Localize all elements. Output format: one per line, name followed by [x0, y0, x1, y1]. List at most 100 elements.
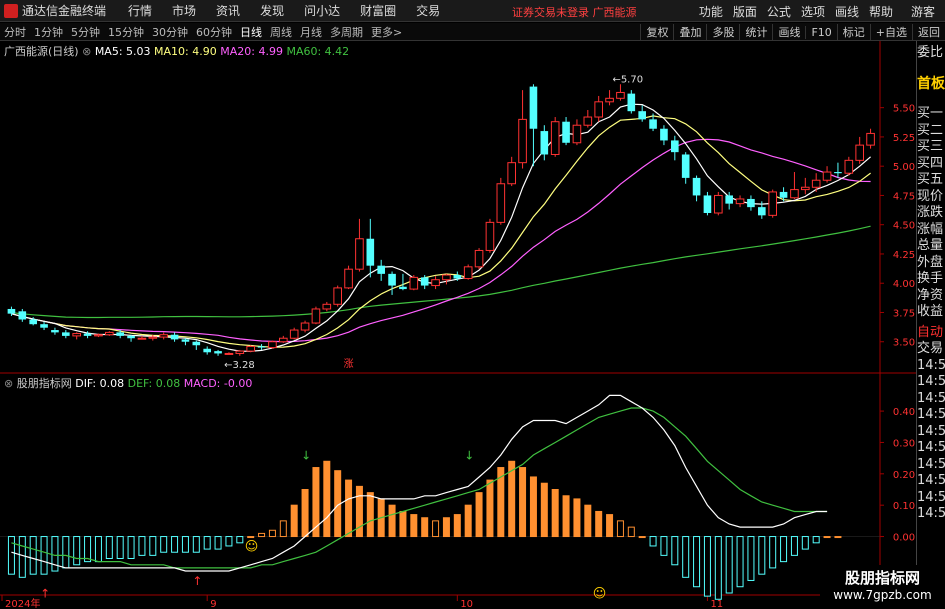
- candle: [388, 271, 396, 295]
- app-title: 通达信金融终端: [22, 4, 107, 18]
- candle-body: [62, 332, 70, 336]
- menu-xuanxiang[interactable]: 选项: [801, 3, 825, 20]
- candle: [550, 117, 560, 157]
- macd-bar: [421, 517, 429, 538]
- candle: [485, 218, 495, 253]
- candle: [844, 156, 854, 176]
- menu-shichang[interactable]: 市场: [172, 2, 196, 19]
- candle-body: [627, 93, 636, 112]
- macd-label: MACD: -0.00: [183, 377, 253, 390]
- high-price-label: ←5.70: [612, 74, 643, 85]
- huaxian-button[interactable]: 画线: [772, 24, 805, 40]
- duogu-button[interactable]: 多股: [706, 24, 739, 40]
- macd-bar: [116, 536, 124, 559]
- menu-wenxiaoda[interactable]: 问小达: [304, 2, 340, 19]
- menu-bangzhu[interactable]: 帮助: [869, 3, 893, 20]
- tongji-button[interactable]: 统计: [739, 24, 772, 40]
- candle-body: [311, 308, 321, 324]
- candle-body: [855, 144, 864, 161]
- menu-caifuquan[interactable]: 财富圈: [360, 2, 396, 19]
- macd-bar: [323, 460, 331, 538]
- menu-gongneng[interactable]: 功能: [699, 3, 723, 20]
- candle: [51, 327, 59, 335]
- indicator-toggle-icon[interactable]: ⊗: [4, 377, 13, 390]
- quote-item: 买四: [917, 155, 944, 171]
- period-5min[interactable]: 5分钟: [67, 24, 104, 40]
- quote-item: 买三: [917, 139, 944, 154]
- period-30min[interactable]: 30分钟: [148, 24, 192, 40]
- ma20-line: [11, 138, 871, 343]
- candle: [703, 191, 712, 216]
- period-monthly[interactable]: 月线: [296, 24, 326, 40]
- macd-bar: [62, 536, 70, 569]
- menu-banmian[interactable]: 版面: [733, 3, 757, 20]
- candle-body: [192, 341, 201, 346]
- diejia-button[interactable]: 叠加: [673, 24, 706, 40]
- macd-bar: [268, 529, 276, 538]
- f10-button[interactable]: F10: [805, 25, 836, 39]
- candle-body: [550, 121, 560, 155]
- candle: [355, 218, 364, 272]
- trade-label[interactable]: 交易: [917, 341, 945, 358]
- period-15min[interactable]: 15分钟: [104, 24, 148, 40]
- candle: [866, 128, 875, 149]
- candle: [507, 156, 516, 187]
- period-more[interactable]: 更多>: [367, 24, 406, 40]
- candle: [572, 119, 582, 146]
- candle-body: [181, 339, 190, 342]
- quote-panel: 委比 首板 买一 买二 买三 买四 买五 现价 涨跌 涨幅 总量 外盘 换手 净…: [916, 41, 945, 609]
- macd-bar: [725, 536, 733, 594]
- candle: [583, 110, 593, 128]
- sell-arrow-icon: ↓: [464, 448, 474, 462]
- fuquan-button[interactable]: 复权: [640, 24, 673, 40]
- candle-body: [540, 131, 549, 155]
- kline-chart[interactable]: 5.50 5.25 5.00 4.75 4.50 4.25 4.00 3.75 3.50 0.40…: [0, 41, 917, 609]
- macd-bar: [562, 495, 570, 538]
- candle-body: [572, 124, 582, 144]
- macd-bar: [29, 536, 37, 575]
- guest-button[interactable]: 游客: [911, 3, 935, 20]
- macd-bar: [682, 536, 690, 578]
- back-button[interactable]: 返回: [912, 24, 945, 40]
- buy-arrow-icon: ↑: [40, 587, 50, 601]
- biaoji-button[interactable]: 标记: [836, 24, 870, 40]
- candle-body: [714, 194, 723, 214]
- period-daily[interactable]: 日线: [236, 24, 266, 40]
- period-multi[interactable]: 多周期: [326, 24, 367, 40]
- menu-gongshi[interactable]: 公式: [767, 3, 791, 20]
- menu-huaxian[interactable]: 画线: [835, 3, 859, 20]
- macd-bar: [769, 536, 777, 569]
- add-watchlist-button[interactable]: +自选: [869, 24, 912, 40]
- macd-bar: [247, 536, 255, 539]
- tick-time: 14:56: [917, 390, 945, 406]
- period-weekly[interactable]: 周线: [266, 24, 296, 40]
- menu-jiaoyi[interactable]: 交易: [416, 2, 440, 19]
- candle: [562, 117, 570, 146]
- candle: [855, 136, 864, 164]
- menu-bar: 通达信金融终端 行情 市场 资讯 发现 问小达 财富圈 交易 证券交易未登录 广…: [0, 0, 945, 22]
- candle: [322, 301, 332, 312]
- ma60-line: [11, 225, 871, 319]
- macd-bar: [181, 536, 189, 553]
- menu-hangqing[interactable]: 行情: [128, 2, 152, 19]
- candle: [638, 105, 646, 122]
- chart-area[interactable]: 5.50 5.25 5.00 4.75 4.50 4.25 4.00 3.75 3.50 0.40…: [0, 41, 917, 609]
- macd-tick-label: 0.10: [893, 501, 915, 512]
- candle: [192, 340, 201, 350]
- buy-arrow-icon: ↑: [192, 574, 202, 588]
- candle-body: [485, 221, 495, 251]
- candle: [399, 273, 407, 291]
- menu-zixun[interactable]: 资讯: [216, 2, 240, 19]
- candle: [671, 135, 679, 161]
- legend-toggle-icon[interactable]: ⊗: [82, 45, 91, 58]
- candle-body: [692, 177, 701, 196]
- menu-faxian[interactable]: 发现: [260, 2, 284, 19]
- period-60min[interactable]: 60分钟: [192, 24, 236, 40]
- candle: [714, 191, 723, 216]
- period-fenshi[interactable]: 分时: [0, 24, 30, 40]
- auto-label[interactable]: 自动: [917, 325, 945, 342]
- candle-body: [94, 334, 103, 337]
- period-1min[interactable]: 1分钟: [30, 24, 67, 40]
- candle-body: [801, 186, 810, 191]
- candle-body: [148, 336, 158, 339]
